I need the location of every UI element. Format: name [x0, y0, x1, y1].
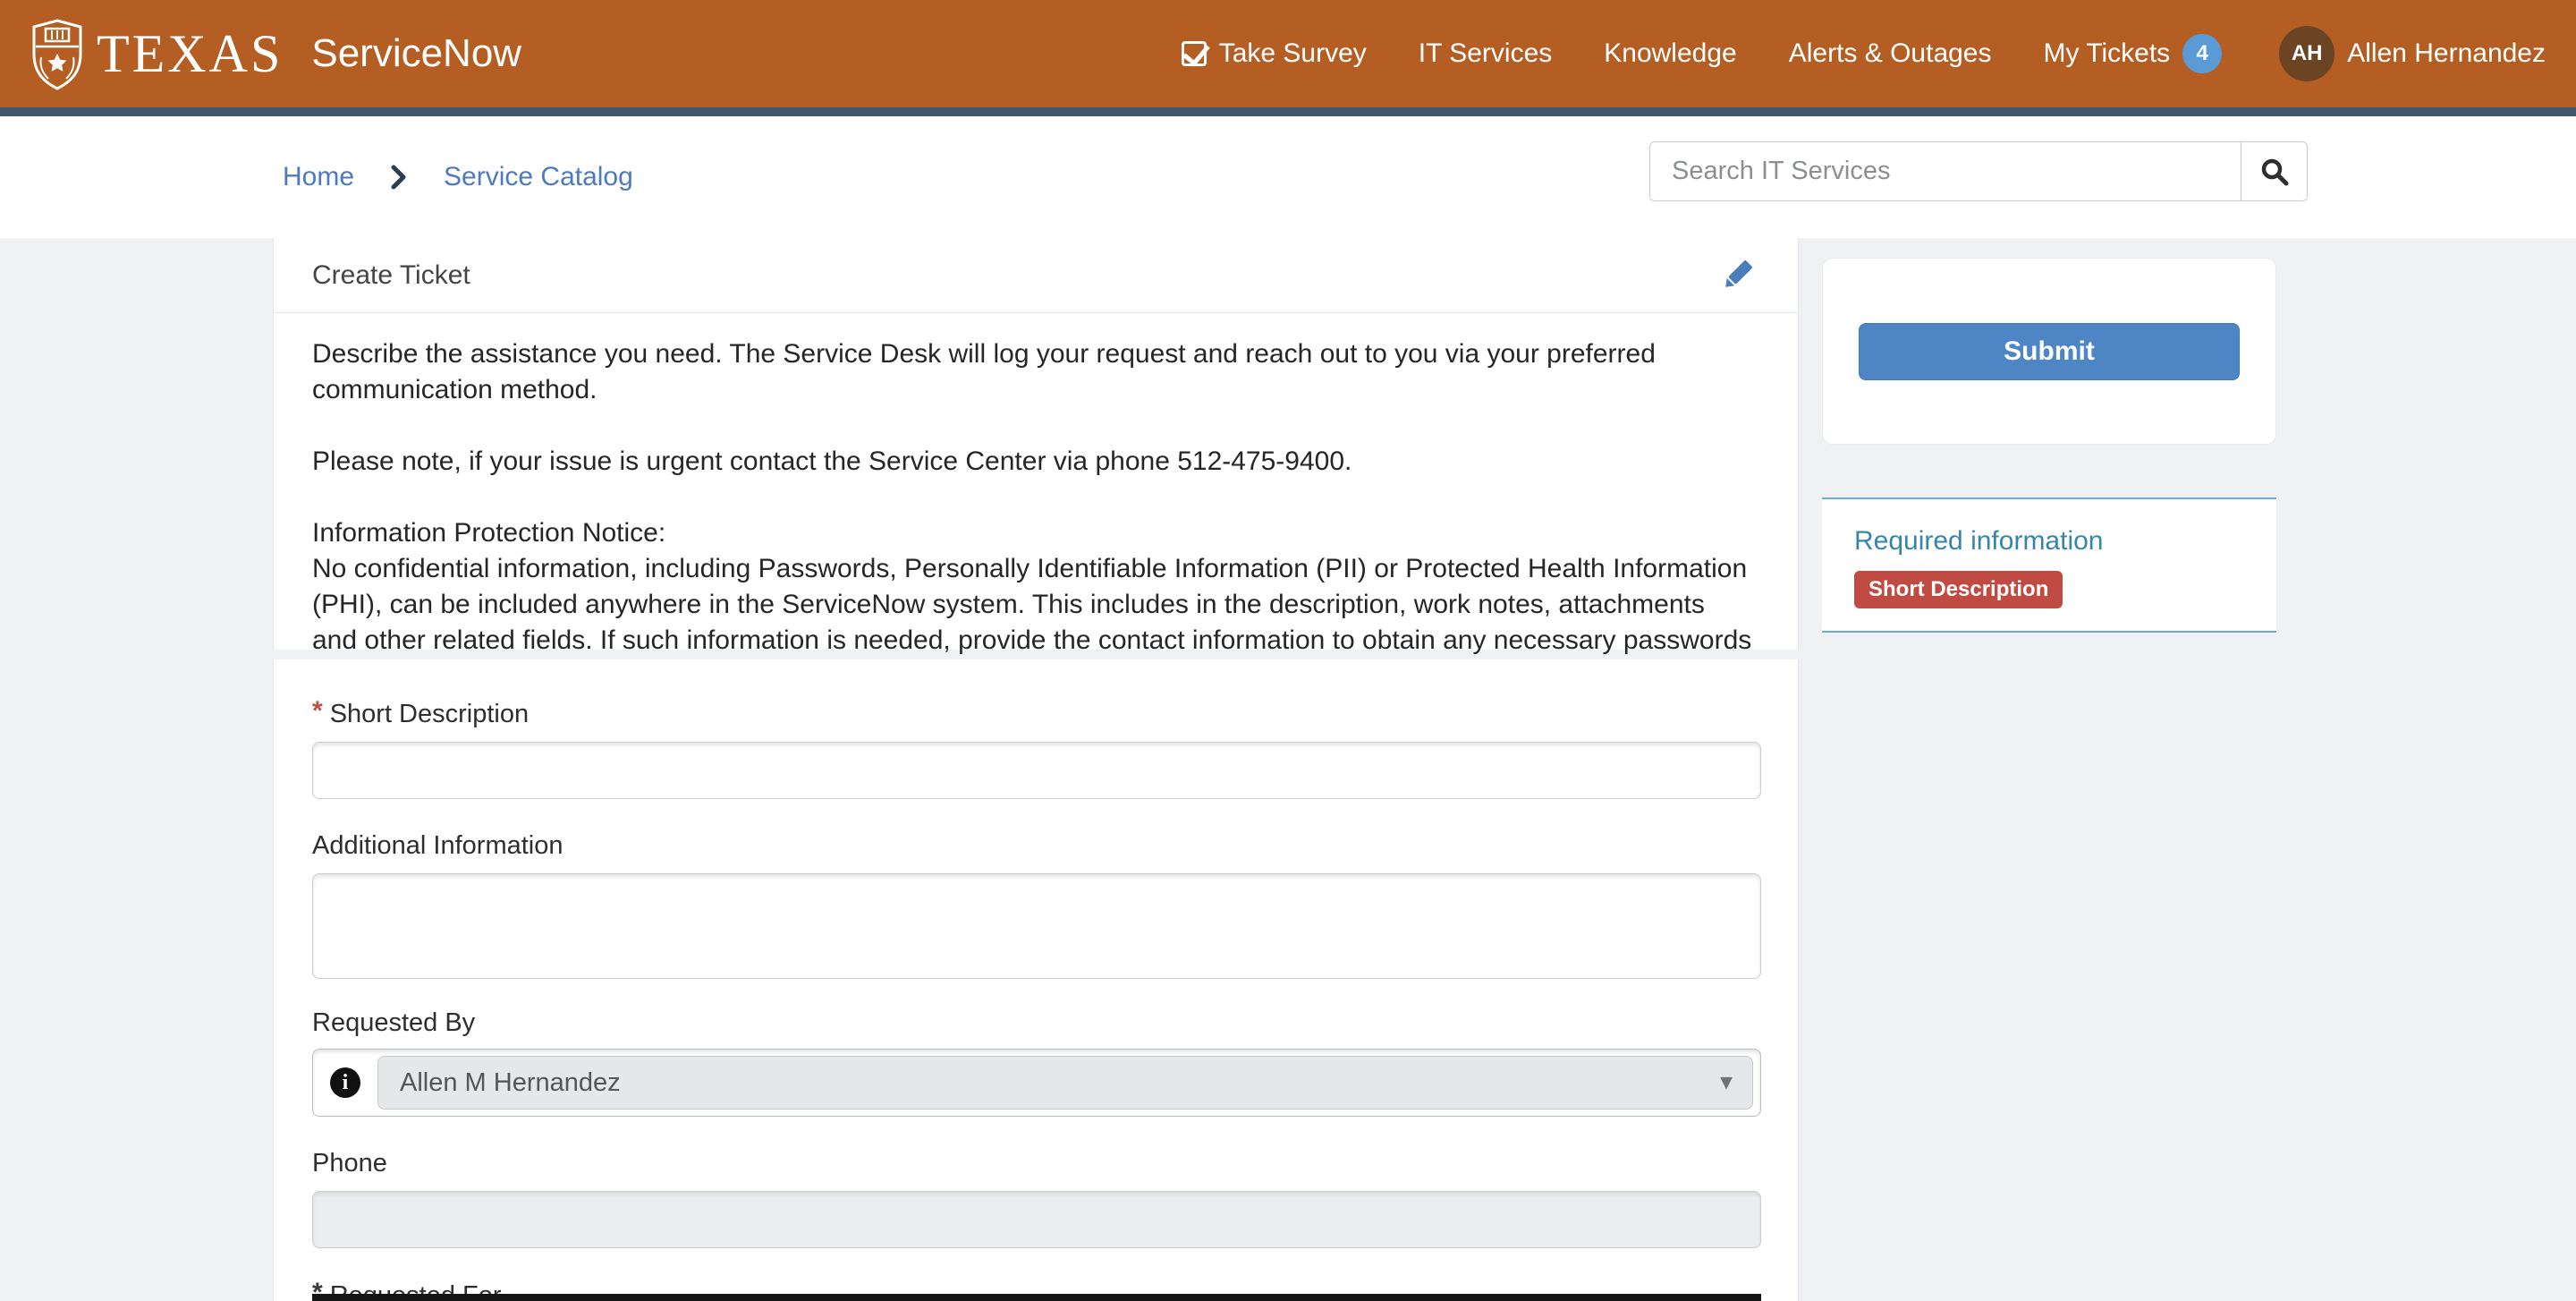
notice-title: Information Protection Notice:	[312, 515, 1755, 551]
requested-by-group: i Allen M Hernandez ▼	[312, 1049, 1761, 1117]
top-nav: Take Survey IT Services Knowledge Alerts…	[1182, 26, 2546, 81]
nav-take-survey[interactable]: Take Survey	[1182, 38, 1367, 69]
required-asterisk: *	[312, 696, 323, 726]
nav-alerts-outages[interactable]: Alerts & Outages	[1789, 38, 1992, 69]
my-tickets-count-badge: 4	[2182, 34, 2222, 73]
edit-pencil-icon[interactable]	[1719, 258, 1755, 293]
additional-information-label: Additional Information	[312, 831, 1755, 861]
chevron-down-icon: ▼	[1720, 1074, 1733, 1093]
short-description-label-text: Short Description	[330, 700, 529, 728]
search-icon	[2259, 157, 2290, 187]
create-ticket-header: Create Ticket	[274, 238, 1798, 313]
page-title: Create Ticket	[312, 260, 470, 291]
submit-button[interactable]: Submit	[1859, 323, 2240, 380]
required-field-badge[interactable]: Short Description	[1854, 571, 2063, 608]
short-description-label: *Short Description	[312, 699, 1755, 729]
phone-input	[312, 1191, 1761, 1248]
page: TEXAS ServiceNow Take Survey IT Services…	[0, 0, 2576, 1301]
create-ticket-card: Create Ticket Describe the assistance yo…	[273, 238, 1799, 650]
catalog-item-column: Create Ticket Describe the assistance yo…	[273, 238, 1799, 1301]
short-description-input[interactable]	[312, 742, 1761, 799]
requested-by-label: Requested By	[312, 1008, 1755, 1038]
breadcrumb-home-link[interactable]: Home	[283, 162, 354, 192]
search-input[interactable]	[1650, 142, 2241, 200]
nav-it-services[interactable]: IT Services	[1419, 38, 1553, 69]
nav-my-tickets-label: My Tickets	[2044, 38, 2171, 69]
item-description: Describe the assistance you need. The Se…	[274, 313, 1798, 694]
nav-alerts-outages-label: Alerts & Outages	[1789, 38, 1992, 69]
app-title: ServiceNow	[311, 31, 521, 76]
header-bar: TEXAS ServiceNow Take Survey IT Services…	[0, 0, 2576, 107]
search-button[interactable]	[2241, 142, 2307, 200]
phone-label-text: Phone	[312, 1149, 387, 1178]
nav-knowledge[interactable]: Knowledge	[1604, 38, 1736, 69]
avatar: AH	[2279, 26, 2334, 81]
description-intro: Describe the assistance you need. The Se…	[312, 336, 1755, 408]
logo-wordmark: TEXAS	[97, 23, 283, 85]
sidebar: Submit Required information Short Descri…	[1822, 258, 2276, 633]
requested-by-select[interactable]: Allen M Hernandez ▼	[377, 1056, 1753, 1110]
ticket-form-card: *Short Description Additional Informatio…	[273, 659, 1799, 1301]
nav-knowledge-label: Knowledge	[1604, 38, 1736, 69]
breadcrumb: Home Service Catalog	[283, 116, 633, 238]
nav-my-tickets[interactable]: My Tickets 4	[2044, 34, 2223, 73]
breadcrumb-current[interactable]: Service Catalog	[444, 162, 633, 192]
nav-take-survey-label: Take Survey	[1219, 38, 1367, 69]
required-information-title: Required information	[1854, 526, 2276, 557]
university-logo[interactable]: TEXAS ServiceNow	[30, 16, 521, 91]
additional-information-label-text: Additional Information	[312, 831, 564, 860]
main-area: Create Ticket Describe the assistance yo…	[0, 238, 2576, 1301]
info-icon: i	[330, 1067, 360, 1098]
survey-checkbox-icon	[1182, 41, 1207, 66]
cut-off-field-edge	[312, 1294, 1761, 1301]
breadcrumb-bar: Home Service Catalog	[0, 116, 2576, 238]
search-group	[1649, 141, 2308, 201]
additional-information-textarea[interactable]	[312, 873, 1761, 979]
requested-by-info-addon[interactable]: i	[313, 1067, 377, 1098]
urgent-note: Please note, if your issue is urgent con…	[312, 444, 1755, 480]
ut-shield-icon	[30, 18, 84, 91]
phone-label: Phone	[312, 1149, 1755, 1178]
header-accent-strip	[0, 107, 2576, 116]
nav-it-services-label: IT Services	[1419, 38, 1553, 69]
required-information-card: Required information Short Description	[1822, 497, 2276, 633]
user-name: Allen Hernandez	[2347, 38, 2546, 69]
chevron-right-icon	[390, 164, 408, 191]
requested-by-label-text: Requested By	[312, 1008, 475, 1037]
submit-card: Submit	[1822, 258, 2276, 445]
requested-by-value: Allen M Hernandez	[400, 1068, 621, 1098]
user-menu[interactable]: AH Allen Hernandez	[2274, 26, 2546, 81]
